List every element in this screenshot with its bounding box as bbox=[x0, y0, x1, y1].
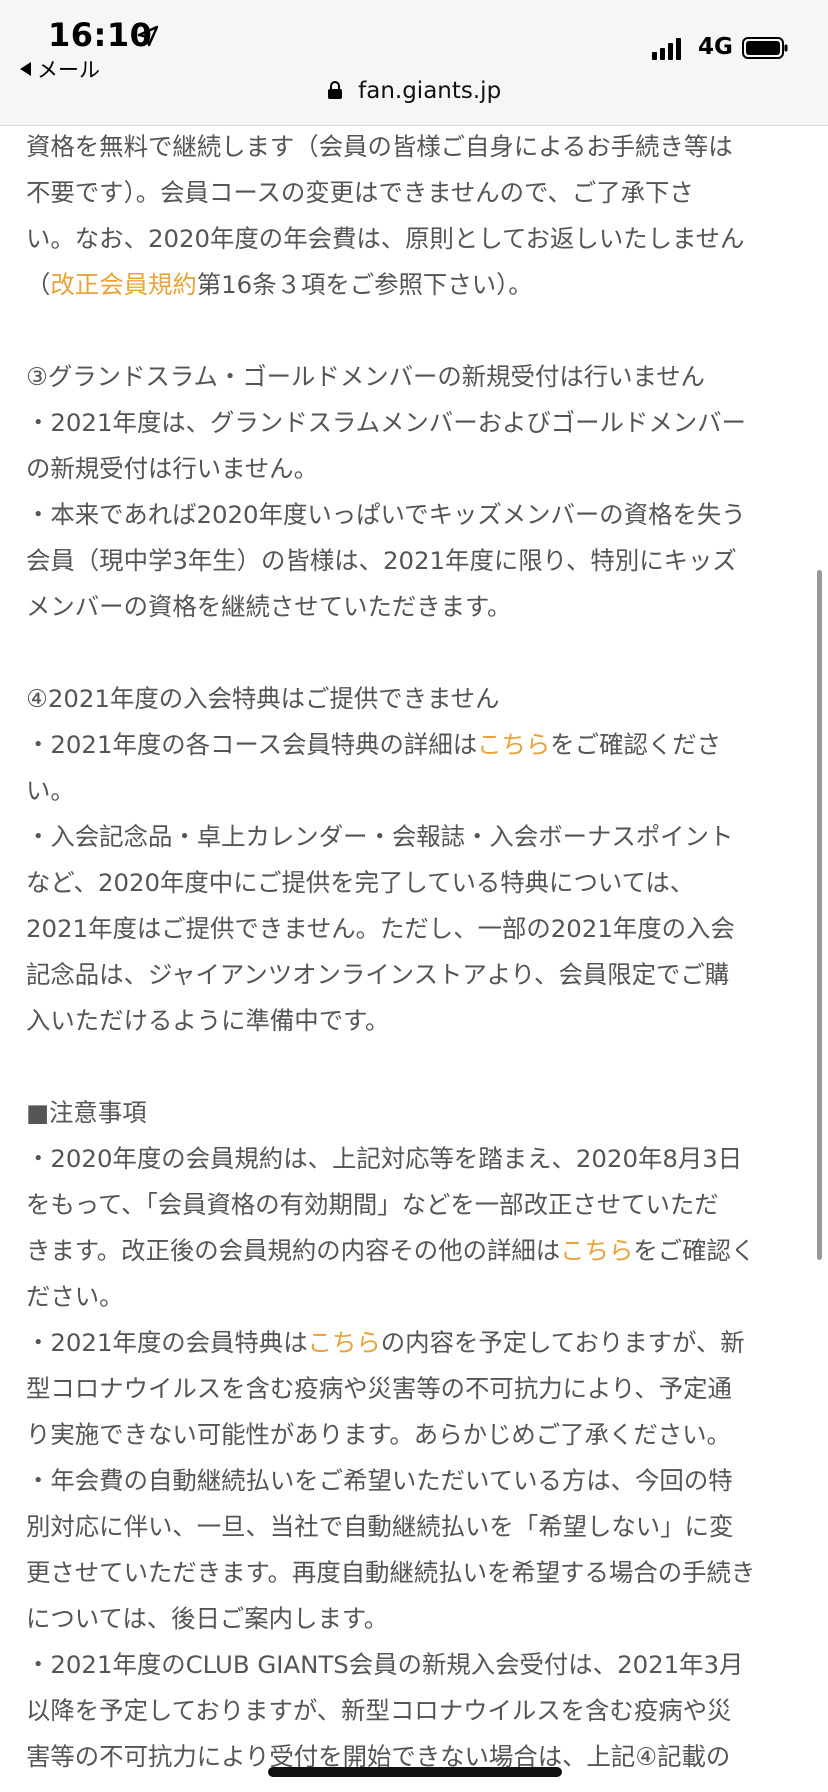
text-line: 入いただけるように準備中です。 bbox=[26, 998, 806, 1044]
text-segment: ・2020年度の会員規約は、上記対応等を踏まえ、2020年8月3日 bbox=[26, 1144, 743, 1173]
text-line: 型コロナウイルスを含む疫病や災害等の不可抗力により、予定通 bbox=[26, 1366, 806, 1412]
text-segment: 別対応に伴い、一旦、当社で自動継続払いを「希望しない」に変 bbox=[26, 1512, 734, 1541]
text-line: の新規受付は行いません。 bbox=[26, 446, 806, 492]
text-line: （改正会員規約第16条３項をご参照下さい）。 bbox=[26, 262, 806, 308]
text-segment: 第16条３項をご参照下さい）。 bbox=[196, 270, 533, 299]
text-segment: ・2021年度のCLUB GIANTS会員の新規入会受付は、2021年3月 bbox=[26, 1650, 744, 1679]
text-segment: ・2021年度の各コース会員特典の詳細は bbox=[26, 730, 478, 759]
text-segment: 会員（現中学3年生）の皆様は、2021年度に限り、特別にキッズ bbox=[26, 546, 737, 575]
text-segment: ④2021年度の入会特典はご提供できません bbox=[26, 684, 500, 713]
text-segment: り実施できない可能性があります。あらかじめご了承ください。 bbox=[26, 1420, 731, 1449]
text-line: い。 bbox=[26, 768, 806, 814]
home-indicator[interactable] bbox=[268, 1767, 562, 1777]
text-line: ・入会記念品・卓上カレンダー・会報誌・入会ボーナスポイント bbox=[26, 814, 806, 860]
text-segment: ・2021年度の会員特典は bbox=[26, 1328, 308, 1357]
text-segment: い。 bbox=[26, 776, 75, 805]
text-segment: 型コロナウイルスを含む疫病や災害等の不可抗力により、予定通 bbox=[26, 1374, 732, 1403]
text-segment: ③グランドスラム・ゴールドメンバーの新規受付は行いません bbox=[26, 362, 705, 391]
text-line: い。なお、2020年度の年会費は、原則としてお返しいたしません bbox=[26, 216, 806, 262]
text-segment: 更させていただきます。再度自動継続払いを希望する場合の手続き bbox=[26, 1558, 756, 1587]
text-segment: メンバーの資格を継続させていただきます。 bbox=[26, 592, 512, 621]
scrollbar[interactable] bbox=[817, 570, 822, 1260]
text-line: については、後日ご案内します。 bbox=[26, 1596, 806, 1642]
text-line: ・2021年度のCLUB GIANTS会員の新規入会受付は、2021年3月 bbox=[26, 1642, 806, 1688]
text-segment: 不要です）。会員コースの変更はできませんので、ご了承下さ bbox=[26, 178, 694, 207]
text-line: 不要です）。会員コースの変更はできませんので、ご了承下さ bbox=[26, 170, 806, 216]
text-segment: （ bbox=[26, 270, 51, 299]
text-segment: の内容を予定しておりますが、新 bbox=[380, 1328, 745, 1357]
text-segment: 入いただけるように準備中です。 bbox=[26, 1006, 390, 1035]
text-segment: ・年会費の自動継続払いをご希望いただいている方は、今回の特 bbox=[26, 1466, 733, 1495]
text-line: ・2020年度の会員規約は、上記対応等を踏まえ、2020年8月3日 bbox=[26, 1136, 806, 1182]
text-line: 更させていただきます。再度自動継続払いを希望する場合の手続き bbox=[26, 1550, 806, 1596]
network-type: 4G bbox=[698, 34, 733, 60]
text-link[interactable]: 改正会員規約 bbox=[50, 270, 196, 299]
text-line: をもって、「会員資格の有効期間」などを一部改正させていただ bbox=[26, 1182, 806, 1228]
text-segment: など、2020年度中にご提供を完了している特典については、 bbox=[26, 868, 695, 897]
battery-icon bbox=[742, 37, 788, 59]
text-link[interactable]: こちら bbox=[560, 1236, 633, 1265]
lock-icon bbox=[327, 81, 342, 99]
text-link[interactable]: こちら bbox=[308, 1328, 381, 1357]
text-line: 記念品は、ジャイアンツオンラインストアより、会員限定でご購 bbox=[26, 952, 806, 998]
text-segment: をご確認くださ bbox=[550, 730, 722, 759]
text-segment: をご確認く bbox=[633, 1236, 756, 1265]
text-line: ■注意事項 bbox=[26, 1090, 806, 1136]
text-segment: 記念品は、ジャイアンツオンラインストアより、会員限定でご購 bbox=[26, 960, 730, 989]
text-segment: をもって、「会員資格の有効期間」などを一部改正させていただ bbox=[26, 1190, 719, 1219]
url-bar[interactable]: fan.giants.jp bbox=[0, 78, 828, 104]
text-segment: ・本来であれば2020年度いっぱいでキッズメンバーの資格を失う bbox=[26, 500, 746, 529]
text-segment: ■注意事項 bbox=[26, 1098, 147, 1127]
text-line: り実施できない可能性があります。あらかじめご了承ください。 bbox=[26, 1412, 806, 1458]
text-line: ・2021年度は、グランドスラムメンバーおよびゴールドメンバー bbox=[26, 400, 806, 446]
text-line: 別対応に伴い、一旦、当社で自動継続払いを「希望しない」に変 bbox=[26, 1504, 806, 1550]
text-segment: い。なお、2020年度の年会費は、原則としてお返しいたしません bbox=[26, 224, 745, 253]
signal-bars-icon bbox=[652, 38, 681, 60]
text-line: きます。改正後の会員規約の内容その他の詳細はこちらをご確認く bbox=[26, 1228, 806, 1274]
text-line: ③グランドスラム・ゴールドメンバーの新規受付は行いません bbox=[26, 354, 806, 400]
text-segment: ださい。 bbox=[26, 1282, 124, 1311]
back-triangle-icon bbox=[20, 62, 31, 76]
text-line: ださい。 bbox=[26, 1274, 806, 1320]
status-and-url-bar: 16:10 メール 4G fan.giants.jp bbox=[0, 0, 828, 126]
location-arrow-icon bbox=[137, 25, 159, 47]
text-line: 2021年度はご提供できません。ただし、一部の2021年度の入会 bbox=[26, 906, 806, 952]
text-line: 以降を予定しておりますが、新型コロナウイルスを含む疫病や災 bbox=[26, 1688, 806, 1734]
text-link[interactable]: こちら bbox=[477, 730, 550, 759]
text-line: 資格を無料で継続します（会員の皆様ご自身によるお手続き等は bbox=[26, 124, 806, 170]
text-line: ・本来であれば2020年度いっぱいでキッズメンバーの資格を失う bbox=[26, 492, 806, 538]
text-segment: ・2021年度は、グランドスラムメンバーおよびゴールドメンバー bbox=[26, 408, 746, 437]
article-body: 資格を無料で継続します（会員の皆様ご自身によるお手続き等は 不要です）。会員コース… bbox=[26, 124, 806, 1780]
text-segment: の新規受付は行いません。 bbox=[26, 454, 318, 483]
text-segment: 以降を予定しておりますが、新型コロナウイルスを含む疫病や災 bbox=[26, 1696, 732, 1725]
text-line: など、2020年度中にご提供を完了している特典については、 bbox=[26, 860, 806, 906]
text-line: ・2021年度の各コース会員特典の詳細はこちらをご確認くださ bbox=[26, 722, 806, 768]
text-line: メンバーの資格を継続させていただきます。 bbox=[26, 584, 806, 630]
text-segment: 2021年度はご提供できません。ただし、一部の2021年度の入会 bbox=[26, 914, 735, 943]
text-segment: 資格を無料で継続します（会員の皆様ご自身によるお手続き等は bbox=[26, 132, 733, 161]
text-line: ・2021年度の会員特典はこちらの内容を予定しておりますが、新 bbox=[26, 1320, 806, 1366]
text-line: ④2021年度の入会特典はご提供できません bbox=[26, 676, 806, 722]
text-segment: ・入会記念品・卓上カレンダー・会報誌・入会ボーナスポイント bbox=[26, 822, 734, 851]
text-segment: については、後日ご案内します。 bbox=[26, 1604, 389, 1633]
url-text: fan.giants.jp bbox=[358, 78, 502, 104]
phone-screen: 16:10 メール 4G fan.giants.jp 資格を無料で継続します（会… bbox=[0, 0, 828, 1792]
text-line: 会員（現中学3年生）の皆様は、2021年度に限り、特別にキッズ bbox=[26, 538, 806, 584]
text-segment: きます。改正後の会員規約の内容その他の詳細は bbox=[26, 1236, 561, 1265]
text-line: ・年会費の自動継続払いをご希望いただいている方は、今回の特 bbox=[26, 1458, 806, 1504]
